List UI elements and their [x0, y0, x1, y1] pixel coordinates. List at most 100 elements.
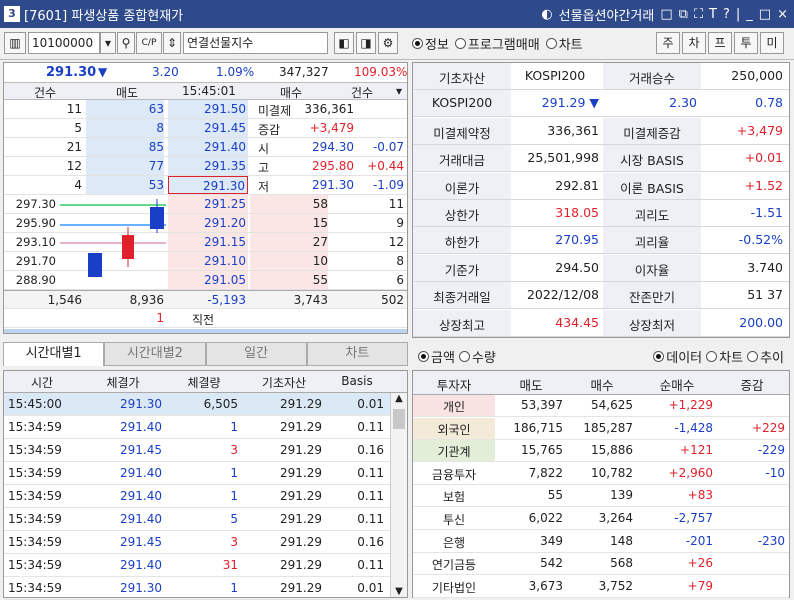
investor-row: 기타법인 3,673 3,752 +79 — [413, 575, 789, 598]
tab-chart[interactable]: 차트 — [306, 342, 408, 366]
ask-qty: 85 — [86, 138, 164, 156]
tick-header: 시간 체결가 체결량 기초자산 Basis — [4, 371, 407, 393]
info-row: 기준가 294.50 이자율 3.740 — [413, 254, 789, 282]
bid-price[interactable]: 291.15 — [168, 233, 248, 251]
investor-sell: 542 — [540, 556, 563, 571]
scrollbar[interactable]: ▲ ▼ — [390, 393, 407, 597]
button-stock[interactable]: 주 — [656, 32, 680, 54]
investor-sell: 6,022 — [528, 511, 563, 525]
tick-qty: 5 — [230, 512, 238, 526]
tick-qty: 3 — [230, 535, 238, 549]
search-icon[interactable]: ⚲ — [117, 32, 135, 54]
bid-price[interactable]: 291.05 — [168, 271, 248, 289]
code-input[interactable]: 10100000 — [28, 32, 100, 54]
pin-icon[interactable]: ⛶ — [694, 7, 703, 22]
tab-time2[interactable]: 시간대별2 — [104, 342, 206, 366]
last-label: 직전 — [192, 313, 215, 327]
ask-price[interactable]: 291.45 — [168, 119, 248, 137]
menu-icon[interactable]: ▥ — [4, 32, 26, 54]
help-icon[interactable]: ? — [723, 7, 730, 22]
bid-count: 11 — [388, 197, 404, 211]
radio-inv-chart[interactable]: 차트 — [706, 347, 743, 366]
info-row: 상한가 318.05 괴리도 -1.51 — [413, 200, 789, 227]
info-cell: 상한가 — [413, 200, 511, 226]
tick-basis: 0.11 — [357, 489, 384, 503]
last-value: 1 — [156, 311, 164, 325]
investor-change: -10 — [765, 465, 785, 480]
tick-price: 291.40 — [120, 558, 162, 572]
radio-quantity[interactable]: 수량 — [458, 347, 496, 366]
minimize-icon[interactable]: _ — [746, 7, 753, 22]
radio-info[interactable]: 정보 — [412, 34, 449, 53]
tick-time: 15:34:59 — [8, 466, 62, 480]
info-cell: 2022/12/08 — [526, 287, 599, 303]
button-unsettled[interactable]: 미 — [760, 32, 784, 54]
button-chart[interactable]: 차 — [682, 32, 706, 54]
scroll-up-icon[interactable]: ▲ — [391, 393, 407, 404]
chevron-down-icon[interactable]: ▾ — [100, 32, 116, 54]
tick-price: 291.40 — [120, 466, 162, 480]
cp-icon[interactable]: C/P — [136, 32, 162, 54]
volume-rate: 109.03% — [354, 65, 408, 79]
close-icon[interactable]: × — [777, 7, 788, 22]
ask-price[interactable]: 291.30 — [168, 176, 248, 194]
tick-time: 15:34:59 — [8, 581, 62, 595]
radio-program[interactable]: 프로그램매매 — [454, 34, 540, 53]
mini-candle-chart — [60, 195, 166, 290]
radio-chart[interactable]: 차트 — [545, 34, 583, 53]
gear-icon[interactable]: ⚙ — [378, 32, 398, 54]
info-cell: 200.00 — [739, 314, 783, 330]
button-program[interactable]: 프 — [708, 32, 732, 54]
radio-data[interactable]: 데이터 — [653, 347, 702, 366]
bid-price[interactable]: 291.20 — [168, 214, 248, 232]
scroll-thumb[interactable] — [393, 409, 405, 429]
radio-trend[interactable]: 추이 — [747, 347, 784, 366]
ask-price[interactable]: 291.35 — [168, 157, 248, 175]
header-time: 15:45:01 — [182, 84, 236, 98]
tick-price: 291.40 — [120, 420, 162, 434]
bid-qty: 10 — [250, 252, 328, 270]
tick-time: 15:34:59 — [8, 558, 62, 572]
chevron-down-icon[interactable]: ▾ — [392, 84, 406, 98]
maximize-icon[interactable]: □ — [759, 7, 771, 22]
side-change: -0.07 — [372, 140, 404, 154]
separator: | — [735, 6, 741, 22]
info-cell: +1.52 — [744, 177, 783, 193]
ask-price[interactable]: 291.40 — [168, 138, 248, 156]
ask-price[interactable]: 291.50 — [168, 100, 248, 118]
side-label: 고 — [258, 161, 270, 175]
header-bid-count: 건수 — [350, 86, 374, 100]
chart-level: 293.10 — [15, 235, 56, 249]
ask-count: 4 — [74, 178, 82, 192]
info-cell: +3,479 — [736, 122, 783, 138]
popout-icon[interactable]: ⧉ — [679, 7, 688, 22]
product-name-field[interactable]: 연결선물지수 — [183, 32, 328, 54]
grid-icon[interactable]: ◨ — [356, 32, 376, 54]
scroll-down-icon[interactable]: ▼ — [391, 586, 407, 597]
ask-count: 21 — [66, 140, 82, 154]
window-icon[interactable]: □ — [660, 7, 672, 22]
tick-row: 15:34:59 291.40 1 291.29 0.11 — [4, 416, 390, 439]
bid-price[interactable]: 291.25 — [168, 195, 248, 213]
info-cell: 이자율 — [603, 254, 701, 281]
chart-level: 291.70 — [15, 254, 56, 268]
investor-net: -201 — [685, 533, 713, 548]
tab-time1[interactable]: 시간대별1 — [3, 342, 105, 366]
bid-price[interactable]: 291.10 — [168, 252, 248, 270]
tick-basis: 0.16 — [357, 535, 384, 549]
ask-count: 12 — [66, 159, 82, 173]
col-qty: 체결량 — [187, 376, 221, 390]
layout-icon[interactable]: ◧ — [334, 32, 354, 54]
tick-base: 291.29 — [280, 512, 322, 526]
button-investor[interactable]: 투 — [734, 32, 758, 54]
stepper-icon[interactable]: ⇕ — [163, 32, 181, 54]
investor-name: 은행 — [413, 530, 495, 552]
tick-basis: 0.11 — [357, 420, 384, 434]
font-icon[interactable]: T — [709, 7, 717, 22]
radio-amount[interactable]: 금액 — [418, 347, 455, 366]
tab-daily[interactable]: 일간 — [205, 342, 307, 366]
mode-label[interactable]: 선물옵션야간거래 — [559, 5, 655, 24]
tick-price: 291.45 — [120, 443, 162, 457]
tick-row: 15:34:59 291.40 1 291.29 0.11 — [4, 485, 390, 508]
tick-base: 291.29 — [280, 397, 322, 411]
